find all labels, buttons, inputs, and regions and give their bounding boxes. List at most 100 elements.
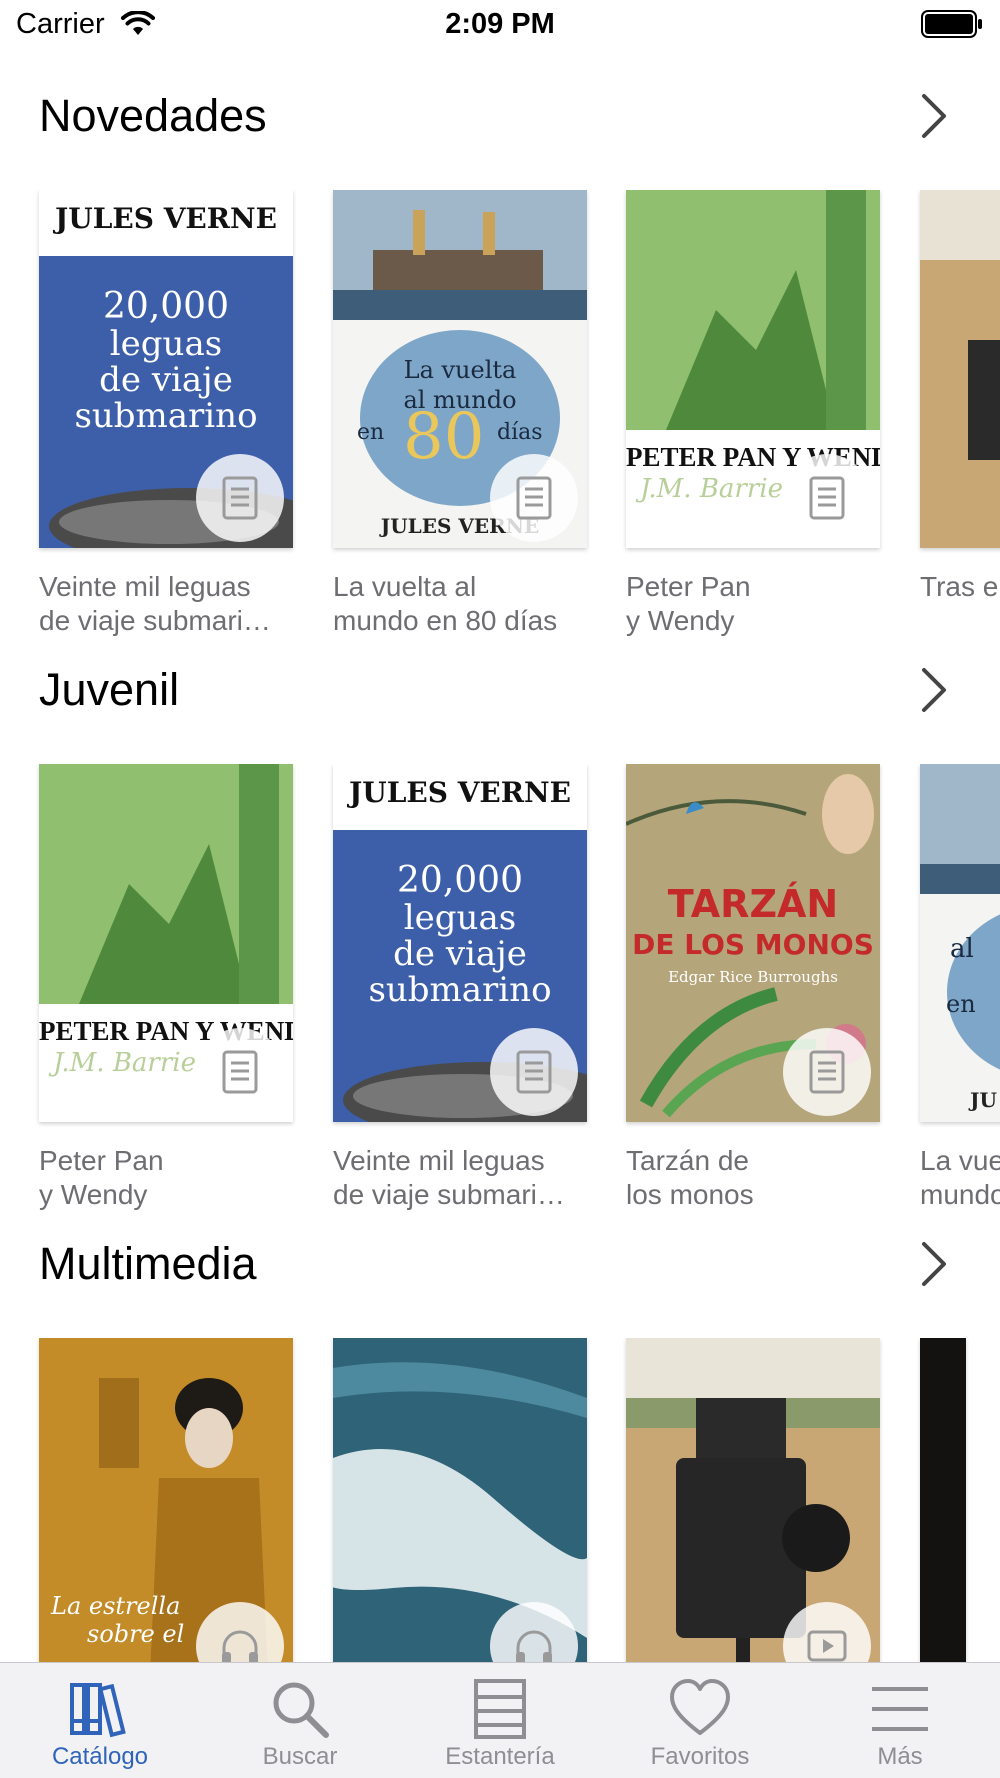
document-icon xyxy=(516,1050,552,1094)
document-icon xyxy=(516,476,552,520)
book-title: Peter Pan y Wendy xyxy=(39,1145,164,1210)
tab-buscar[interactable]: Buscar xyxy=(200,1663,400,1778)
clock: 2:09 PM xyxy=(445,8,555,40)
section-title: Multimedia xyxy=(39,1238,257,1289)
cover-title-line: 20,000 xyxy=(397,860,523,901)
tab-label: Más xyxy=(877,1743,923,1770)
book-card[interactable]: TARZÁN DE LOS MONOS Edgar Rice Burroughs… xyxy=(626,764,880,1212)
section-title: Juvenil xyxy=(39,664,180,715)
tab-label: Catálogo xyxy=(51,1743,149,1770)
section-juvenil: Juvenil PETER PAN Y WENDY J.M. Barrie Pe… xyxy=(0,658,1000,1210)
book-carousel[interactable]: JULES VERNE 20,000 leguas de viaje subma… xyxy=(0,190,1000,650)
section-multimedia: Multimedia La estrella sobre el xyxy=(0,1232,1000,1696)
media-card[interactable]: La estrella sobre el xyxy=(39,1338,293,1718)
book-cover: al en JU xyxy=(920,764,1000,1122)
cover-title-line: TARZÁN xyxy=(667,882,839,926)
book-cover xyxy=(920,190,1000,548)
book-card[interactable]: PETER PAN Y WENDY J.M. Barrie Peter Pan … xyxy=(626,190,880,638)
cover-title-line: leguas xyxy=(403,898,517,938)
menu-icon xyxy=(872,1687,928,1731)
book-cover: La vuelta al mundo en 80 días JULES VERN… xyxy=(333,190,587,548)
cover-author: J.M. Barrie xyxy=(53,1048,196,1078)
chevron-right-icon[interactable] xyxy=(918,1240,950,1288)
cover-author: J.M. Barrie xyxy=(640,474,783,504)
cover-title-line: sobre el xyxy=(87,1620,185,1648)
document-icon xyxy=(222,1050,258,1094)
format-badge xyxy=(490,1028,578,1116)
cover-author: Edgar Rice Burroughs xyxy=(668,968,838,986)
cover-title-line: submarino xyxy=(368,970,552,1010)
media-cover: La estrella sobre el xyxy=(39,1338,293,1696)
media-cover xyxy=(626,1338,880,1696)
book-title: Veinte mil leguas de viaje submari… xyxy=(333,1145,565,1210)
chevron-right-icon[interactable] xyxy=(918,666,950,714)
media-cover xyxy=(333,1338,587,1696)
document-icon xyxy=(809,1050,845,1094)
format-badge xyxy=(783,454,871,542)
book-card[interactable]: JULES VERNE 20,000 leguas de viaje subma… xyxy=(39,190,293,638)
cover-title-line: en xyxy=(946,990,976,1018)
books-icon xyxy=(70,1683,126,1738)
cover-title-line: submarino xyxy=(74,396,258,436)
cover-title-line: de viaje xyxy=(393,934,527,974)
format-badge xyxy=(783,1028,871,1116)
book-title: Tras e xyxy=(920,571,999,602)
cover-title-line: al xyxy=(950,934,974,964)
cover-title-number: 80 xyxy=(403,400,485,474)
chevron-right-icon[interactable] xyxy=(918,92,950,140)
book-card[interactable]: Tras e xyxy=(920,190,1000,604)
format-badge xyxy=(196,454,284,542)
cover-author: JU xyxy=(970,1088,997,1112)
book-cover: PETER PAN Y WENDY J.M. Barrie xyxy=(626,190,880,548)
format-badge xyxy=(490,454,578,542)
media-card[interactable] xyxy=(626,1338,880,1718)
document-icon xyxy=(809,476,845,520)
cover-title-line: de viaje xyxy=(99,360,233,400)
tab-favoritos[interactable]: Favoritos xyxy=(600,1663,800,1778)
book-cover: PETER PAN Y WENDY J.M. Barrie xyxy=(39,764,293,1122)
cover-author: JULES VERNE xyxy=(349,776,571,809)
cover-title-line: DE LOS MONOS xyxy=(632,928,874,961)
tab-label: Estantería xyxy=(445,1743,555,1770)
tab-label: Favoritos xyxy=(650,1743,750,1770)
tab-bar: Catálogo Buscar Estantería Favoritos Más xyxy=(0,1662,1000,1778)
tab-catalogo[interactable]: Catálogo xyxy=(0,1663,200,1778)
media-card[interactable] xyxy=(333,1338,587,1718)
document-icon xyxy=(222,476,258,520)
status-bar: Carrier 2:09 PM xyxy=(0,0,1000,52)
tab-label: Buscar xyxy=(262,1743,338,1770)
section-title: Novedades xyxy=(39,90,267,141)
tab-mas[interactable]: Más xyxy=(800,1663,1000,1778)
shelf-icon xyxy=(474,1679,526,1739)
section-header: Juvenil xyxy=(0,658,1000,738)
battery-icon xyxy=(921,10,982,38)
media-card[interactable] xyxy=(920,1338,1000,1718)
book-card[interactable]: La vuelta al mundo en 80 días JULES VERN… xyxy=(333,190,587,638)
book-cover: JULES VERNE 20,000 leguas de viaje subma… xyxy=(333,764,587,1122)
search-icon xyxy=(273,1682,329,1738)
book-title: La vuelta al mundo en 80 días xyxy=(333,571,558,636)
book-cover: JULES VERNE 20,000 leguas de viaje subma… xyxy=(39,190,293,548)
tab-estanteria[interactable]: Estantería xyxy=(400,1663,600,1778)
book-cover: TARZÁN DE LOS MONOS Edgar Rice Burroughs xyxy=(626,764,880,1122)
cover-title-line: leguas xyxy=(109,324,223,364)
book-title: Peter Pan y Wendy xyxy=(626,571,751,636)
book-card[interactable]: al en JU La vue mundo xyxy=(920,764,1000,1212)
section-header: Novedades xyxy=(0,84,1000,164)
cover-title-line: en xyxy=(357,420,385,445)
book-card[interactable]: JULES VERNE 20,000 leguas de viaje subma… xyxy=(333,764,587,1212)
cover-title-line: 20,000 xyxy=(103,286,229,327)
media-cover xyxy=(920,1338,966,1696)
section-novedades: Novedades JULES VERNE 20,000 leguas de v… xyxy=(0,84,1000,636)
book-title: Veinte mil leguas de viaje submari… xyxy=(39,571,271,636)
cover-author: JULES VERNE xyxy=(55,202,277,235)
book-title: La vue mundo xyxy=(920,1145,1000,1210)
cover-title-line: La vuelta xyxy=(403,356,517,384)
book-card[interactable]: PETER PAN Y WENDY J.M. Barrie Peter Pan … xyxy=(39,764,293,1212)
book-carousel[interactable]: PETER PAN Y WENDY J.M. Barrie Peter Pan … xyxy=(0,764,1000,1224)
cover-title-line: días xyxy=(497,420,543,445)
section-header: Multimedia xyxy=(0,1232,1000,1312)
book-title: Tarzán de los monos xyxy=(626,1145,754,1210)
heart-icon xyxy=(670,1679,730,1735)
format-badge xyxy=(196,1028,284,1116)
